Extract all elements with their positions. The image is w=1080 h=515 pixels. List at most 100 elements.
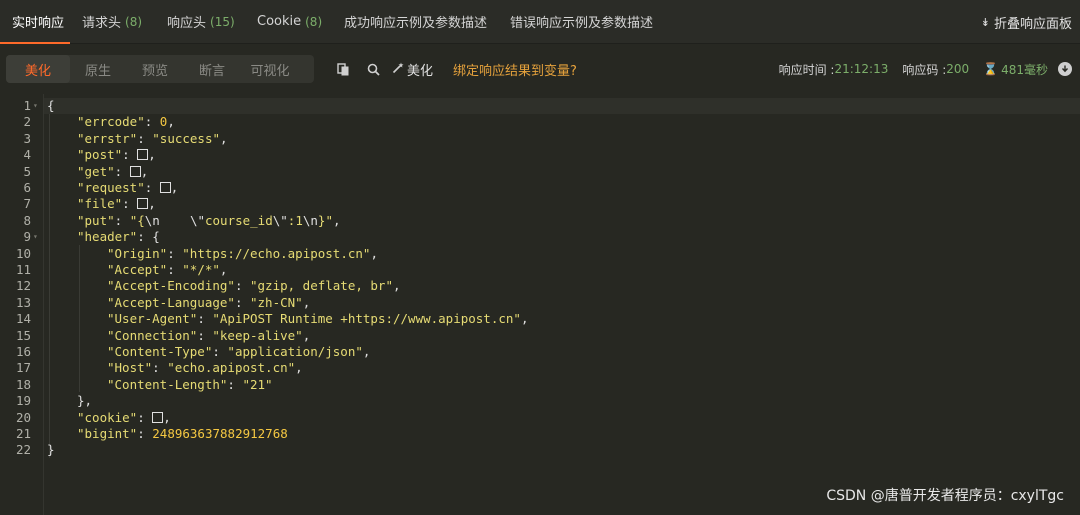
search-icon[interactable] <box>358 55 388 83</box>
line-number: 12 <box>15 278 31 294</box>
code-text: } <box>47 442 55 458</box>
line-number: 13 <box>15 294 31 310</box>
tab-success-example[interactable]: 成功响应示例及参数描述 <box>332 0 498 44</box>
line-number: 20 <box>15 409 31 425</box>
code-text: "get": , <box>77 163 149 179</box>
code-line: 8 "put": "{\n \"course_id\":1\n}", <box>0 213 1080 229</box>
view-mode-raw[interactable]: 原生 <box>70 55 126 83</box>
fold-toggle-icon[interactable]: ▾ <box>33 229 38 245</box>
response-duration-value: 481毫秒 <box>1001 62 1048 77</box>
code-line: 2 "errcode": 0, <box>0 114 1080 130</box>
code-text: "Origin": "https://echo.apipost.cn", <box>107 245 378 261</box>
tab-label: 实时响应 <box>12 16 65 31</box>
response-body-editor[interactable]: 1 ▾{2 "errcode": 0, 3 "errstr": "success", 4 "… <box>0 94 1080 515</box>
code-text: "Accept": "*/*", <box>107 262 228 277</box>
collapse-panel-button[interactable]: ↡ 折叠响应面板 <box>981 0 1072 44</box>
code-line: 14 "User-Agent": "ApiPOST Runtime +https:… <box>0 311 1080 327</box>
fold-toggle-icon[interactable]: ▾ <box>33 98 38 114</box>
response-tab-bar: 实时响应 请求头 (8) 响应头 (15) Cookie (8) 成功响应示例及参数描… <box>0 0 1080 44</box>
line-number: 17 <box>15 360 31 376</box>
tab-label: 响应头 <box>167 16 207 31</box>
beautify-button[interactable]: 美化 <box>392 60 433 79</box>
response-code-value: 200 <box>946 62 970 76</box>
line-number: 4 <box>23 147 31 163</box>
code-line: 13 "Accept-Language": "zh-CN", <box>0 295 1080 311</box>
line-number: 19 <box>15 393 31 409</box>
line-number: 14 <box>15 311 31 327</box>
code-line: 12 "Accept-Encoding": "gzip, deflate, br"… <box>0 278 1080 294</box>
tab-realtime-response[interactable]: 实时响应 <box>0 0 70 44</box>
tab-count: (8) <box>305 14 323 29</box>
response-code-label: 响应码 : <box>902 62 947 77</box>
tab-cookie[interactable]: Cookie (8) <box>245 0 332 44</box>
code-text: "cookie": , <box>77 409 171 425</box>
bind-response-to-variable-link[interactable]: 绑定响应结果到变量? <box>453 60 577 79</box>
line-number: 9 <box>23 229 31 245</box>
code-text: "Content-Type": "application/json", <box>107 344 371 359</box>
code-line: 18 "Content-Length": "21" <box>0 377 1080 393</box>
view-mode-assert[interactable]: 断言 <box>184 55 240 83</box>
code-line: 16 "Content-Type": "application/json", <box>0 344 1080 360</box>
tab-label: Cookie <box>257 14 302 29</box>
code-line: 10 "Origin": "https://echo.apipost.cn", <box>0 246 1080 262</box>
csdn-watermark: CSDN @唐普开发者程序员：cxylTgc <box>826 488 1064 504</box>
code-line: 1 ▾ { <box>0 98 1080 114</box>
code-text: "Accept-Language": "zh-CN", <box>107 294 311 310</box>
line-number: 6 <box>23 180 31 195</box>
view-mode-visualize[interactable]: 可视化 <box>240 55 300 83</box>
response-toolbar: 美化 原生 预览 断言 可视化 美化 绑定响应结果到变量? 响应时间 : 21:… <box>0 44 1080 94</box>
response-time-label: 响应时间 : <box>778 62 835 77</box>
code-line: 4 "post": , <box>0 147 1080 163</box>
code-text: "Host": "echo.apipost.cn", <box>107 360 303 376</box>
tab-count: (8) <box>125 14 143 29</box>
code-line: 9 ▾ "header": { <box>0 229 1080 245</box>
line-number: 11 <box>15 262 31 277</box>
code-text: "file": , <box>77 196 156 212</box>
tab-response-headers[interactable]: 响应头 (15) <box>155 0 245 44</box>
code-text: }, <box>77 393 93 409</box>
line-number: 10 <box>15 245 31 261</box>
line-number: 22 <box>15 442 31 458</box>
line-number: 18 <box>15 376 31 392</box>
code-text: "header": { <box>77 229 160 245</box>
tab-request-headers[interactable]: 请求头 (8) <box>70 0 155 44</box>
code-line: 22} <box>0 442 1080 458</box>
view-mode-switcher: 美化 原生 预览 断言 可视化 <box>6 55 314 83</box>
line-number: 2 <box>23 114 31 130</box>
code-text: "User-Agent": "ApiPOST Runtime +https://… <box>107 311 529 327</box>
tab-label: 成功响应示例及参数描述 <box>344 16 488 31</box>
line-number: 7 <box>23 196 31 212</box>
code-text: "errcode": 0, <box>77 114 175 130</box>
tab-error-example[interactable]: 错误响应示例及参数描述 <box>498 0 658 44</box>
code-text: "errstr": "success", <box>77 130 228 146</box>
code-line: 7 "file": , <box>0 196 1080 212</box>
download-icon[interactable] <box>1058 62 1072 76</box>
code-line: 20 "cookie": , <box>0 410 1080 426</box>
code-line: 5 "get": , <box>0 164 1080 180</box>
copy-icon[interactable] <box>328 55 358 83</box>
beautify-label: 美化 <box>407 63 434 79</box>
code-text: "bigint": 248963637882912768 <box>77 426 288 441</box>
response-time-value: 21:12:13 <box>834 62 889 76</box>
line-number: 15 <box>15 327 31 343</box>
code-text: "put": "{\n \"course_id\":1\n}", <box>77 212 341 228</box>
code-line: 17 "Host": "echo.apipost.cn", <box>0 360 1080 376</box>
code-line: 3 "errstr": "success", <box>0 131 1080 147</box>
line-number: 16 <box>15 344 31 359</box>
line-number: 3 <box>23 130 31 146</box>
line-number: 21 <box>15 426 31 441</box>
code-text: { <box>47 98 55 113</box>
code-text: "Content-Length": "21" <box>107 376 273 392</box>
collapse-label: 折叠响应面板 <box>993 16 1072 32</box>
hourglass-icon: ⌛ <box>983 62 999 76</box>
line-number: 8 <box>23 212 31 228</box>
view-mode-pretty[interactable]: 美化 <box>6 55 70 83</box>
line-number: 5 <box>23 163 31 179</box>
code-line: 11 "Accept": "*/*", <box>0 262 1080 278</box>
code-text: "Accept-Encoding": "gzip, deflate, br", <box>107 278 401 294</box>
tab-label: 错误响应示例及参数描述 <box>510 16 654 31</box>
code-line: 21 "bigint": 248963637882912768 <box>0 426 1080 442</box>
code-line: 19}, <box>0 393 1080 409</box>
view-mode-preview[interactable]: 预览 <box>126 55 184 83</box>
code-line: 15 "Connection": "keep-alive", <box>0 328 1080 344</box>
